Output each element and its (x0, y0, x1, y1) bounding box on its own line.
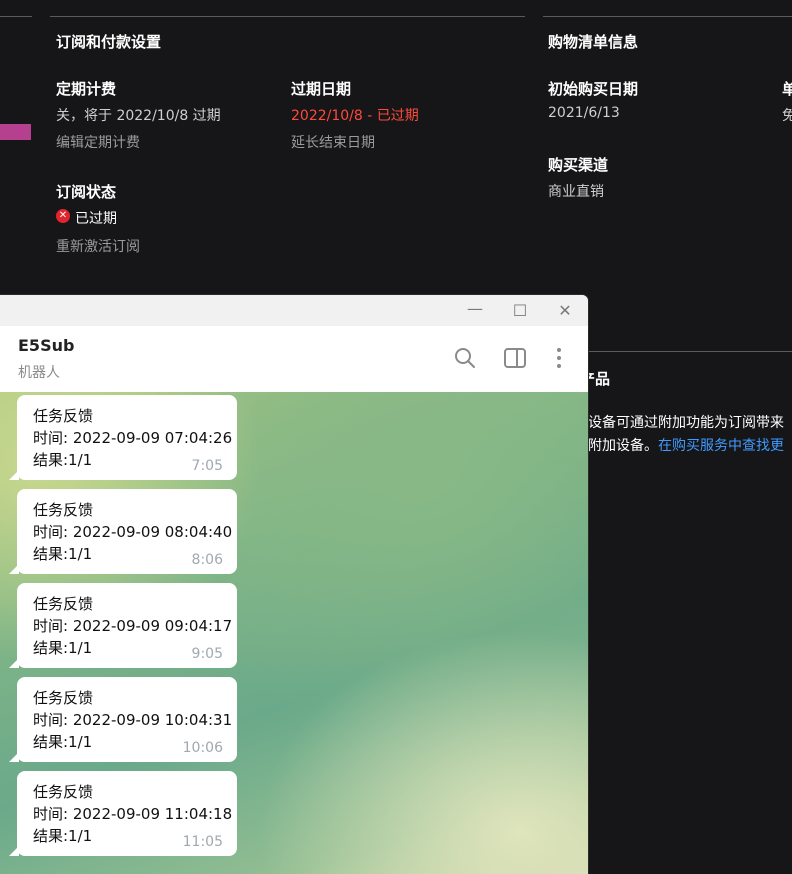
divider-billing (543, 16, 792, 17)
cut-off-column-value: 免 (782, 108, 792, 124)
cut-off-column-label: 单 (782, 80, 792, 98)
message-result: 结果:1/1 (33, 827, 93, 845)
addons-description-text: 附加设备。 (588, 438, 658, 454)
message-bubble[interactable]: 任务反馈 时间: 2022-09-09 11:04:18 结果:1/1 11:0… (9, 771, 237, 856)
message-timestamp: 11:05 (182, 834, 223, 850)
message-bubble[interactable]: 任务反馈 时间: 2022-09-09 08:04:40 结果:1/1 8:06 (9, 489, 237, 574)
sidebar-toggle-icon[interactable] (503, 346, 527, 370)
bubble-tail (9, 564, 19, 574)
minimize-button[interactable]: — (465, 299, 485, 319)
message-result: 结果:1/1 (33, 639, 93, 657)
message-time-line: 时间: 2022-09-09 10:04:31 (33, 711, 233, 729)
recurring-billing-value: 关，将于 2022/10/8 过期 (56, 108, 221, 124)
message-result: 结果:1/1 (33, 733, 93, 751)
message-timestamp: 10:06 (182, 740, 223, 756)
message-result: 结果:1/1 (33, 451, 93, 469)
expired-status-icon: ✕ (56, 209, 70, 223)
maximize-button[interactable]: ☐ (510, 301, 530, 321)
recurring-billing-label: 定期计费 (56, 80, 117, 98)
message-time-line: 时间: 2022-09-09 11:04:18 (33, 805, 233, 823)
message-bubble[interactable]: 任务反馈 时间: 2022-09-09 10:04:31 结果:1/1 10:0… (9, 677, 237, 762)
subscription-section-title: 订阅和付款设置 (56, 33, 162, 51)
bubble-tail (9, 658, 19, 668)
message-time-line: 时间: 2022-09-09 07:04:26 (33, 429, 233, 447)
find-more-in-purchase-services-link[interactable]: 在购买服务中查找更 (658, 438, 784, 454)
chat-header[interactable]: E5Sub 机器人 (0, 326, 588, 393)
close-button[interactable]: ✕ (555, 301, 575, 321)
message-title: 任务反馈 (33, 501, 94, 519)
purchase-channel-label: 购买渠道 (548, 156, 609, 174)
divider-left (0, 16, 32, 17)
selected-nav-indicator (0, 124, 31, 140)
telegram-window: — ☐ ✕ E5Sub 机器人 任务反馈 时间: 2022-09-09 07:0… (0, 295, 588, 874)
addons-description-line2: 附加设备。在购买服务中查找更 (588, 435, 784, 455)
subscription-status-label: 订阅状态 (56, 183, 117, 201)
message-result: 结果:1/1 (33, 545, 93, 563)
message-timestamp: 9:05 (191, 646, 223, 662)
expiry-date-value: 2022/10/8 - 已过期 (291, 108, 419, 124)
purchase-channel-value: 商业直销 (548, 184, 604, 200)
message-timestamp: 8:06 (191, 552, 223, 568)
billing-section-title: 购物清单信息 (548, 33, 639, 51)
message-title: 任务反馈 (33, 407, 94, 425)
message-timestamp: 7:05 (191, 458, 223, 474)
message-bubble[interactable]: 任务反馈 时间: 2022-09-09 07:04:26 结果:1/1 7:05 (9, 395, 237, 480)
edit-recurring-billing-link[interactable]: 编辑定期计费 (56, 132, 140, 152)
expiry-date-label: 过期日期 (291, 80, 352, 98)
subscription-status-value: 已过期 (75, 211, 117, 227)
reactivate-subscription-link[interactable]: 重新激活订阅 (56, 236, 140, 256)
message-title: 任务反馈 (33, 783, 94, 801)
bubble-tail (9, 470, 19, 480)
message-title: 任务反馈 (33, 689, 94, 707)
extend-end-date-link[interactable]: 延长结束日期 (291, 132, 375, 152)
chat-subtitle: 机器人 (18, 365, 60, 381)
divider-subscription (50, 16, 525, 17)
divider-addons (588, 351, 792, 352)
bubble-tail (9, 752, 19, 762)
message-bubble[interactable]: 任务反馈 时间: 2022-09-09 09:04:17 结果:1/1 9:05 (9, 583, 237, 668)
chat-name: E5Sub (18, 336, 75, 355)
initial-purchase-date-label: 初始购买日期 (548, 80, 639, 98)
search-icon[interactable] (453, 346, 477, 370)
message-time-line: 时间: 2022-09-09 08:04:40 (33, 523, 233, 541)
more-vert-icon[interactable] (547, 346, 571, 370)
addons-description-line1: 设备可通过附加功能为订阅带来 (588, 415, 784, 431)
window-titlebar: — ☐ ✕ (0, 295, 588, 326)
message-time-line: 时间: 2022-09-09 09:04:17 (33, 617, 233, 635)
chat-message-area[interactable]: 任务反馈 时间: 2022-09-09 07:04:26 结果:1/1 7:05… (0, 392, 588, 874)
initial-purchase-date-value: 2021/6/13 (548, 105, 620, 121)
message-title: 任务反馈 (33, 595, 94, 613)
bubble-tail (9, 846, 19, 856)
